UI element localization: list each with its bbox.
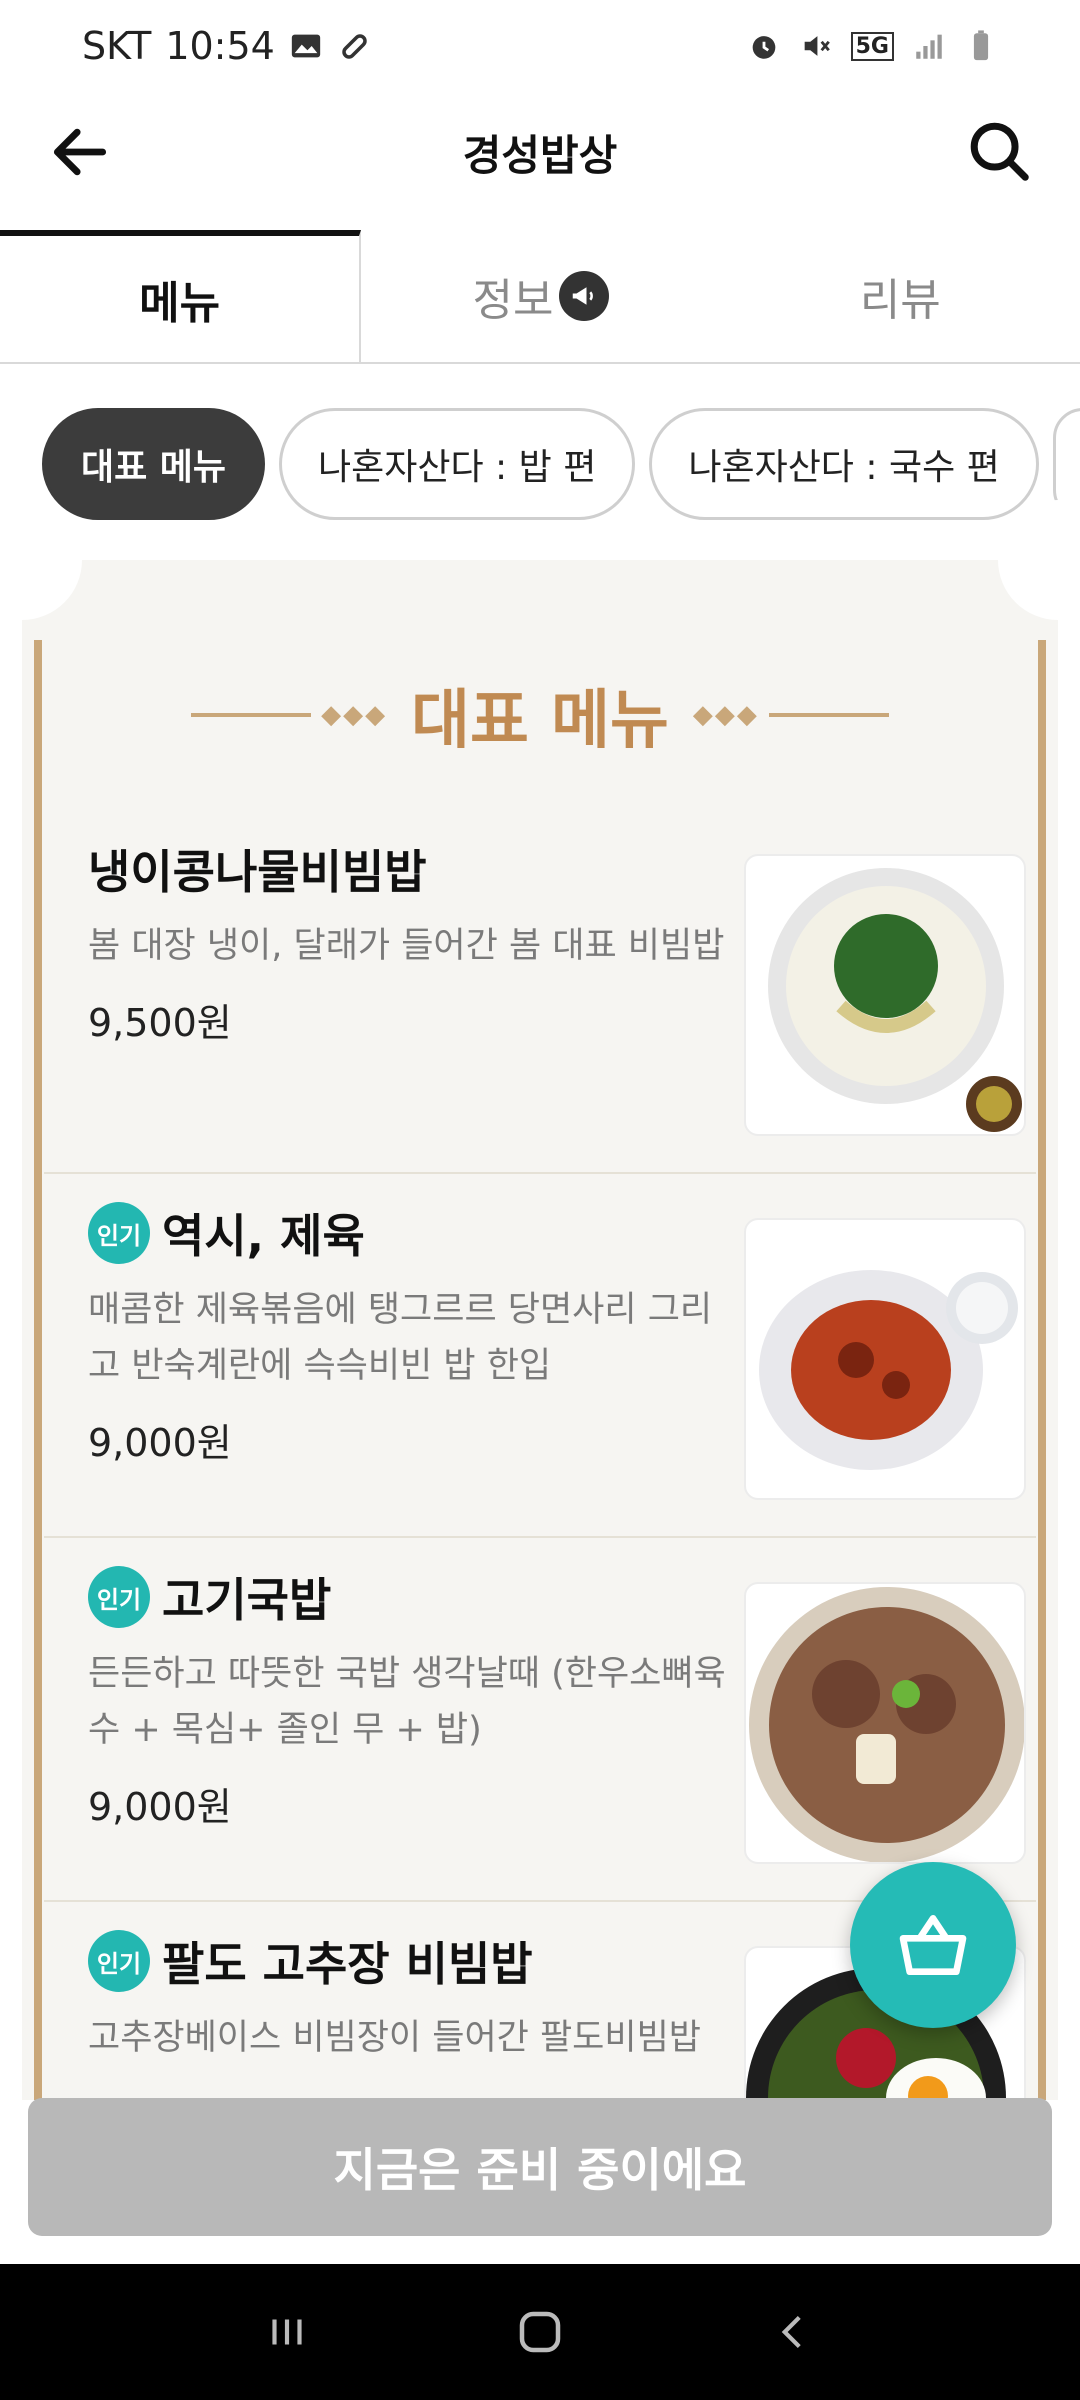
pill-icon [342,34,367,59]
popular-badge: 인기 [88,1566,150,1628]
item-name: 냉이콩나물비빔밥 [88,845,427,899]
item-description: 매콤한 제육볶음에 탱그르르 당면사리 그리고 반숙계란에 슥슥비빈 밥 한입 [88,1290,713,1386]
carrier-label: SKT [82,24,152,68]
gukbap-bowl-image [744,1582,1026,1864]
card-title: 대표 메뉴 [411,684,669,758]
search-icon[interactable] [964,116,1034,186]
alarm-icon [752,36,775,59]
recent-apps-icon[interactable] [247,2292,327,2372]
battery-icon [973,30,989,61]
page-title: 경성밥상 [462,130,618,180]
arrow-left-icon[interactable] [46,118,114,186]
card-frame [34,640,42,2100]
chip-signature[interactable]: 대표 메뉴 [42,408,266,520]
signal-icon [916,34,942,59]
jeyuk-plate-image [744,1218,1026,1500]
mute-icon [804,36,830,56]
tab-menu[interactable]: 메뉴 [0,230,362,362]
chip-noodle[interactable]: 나혼자산다 : 국수 편 [649,408,1039,520]
tab-bar: 메뉴 정보 리뷰 [0,230,1080,364]
item-price: 9,500원 [88,1001,232,1045]
item-name: 고기국밥 [162,1573,332,1627]
menu-item[interactable]: 냉이콩나물비빔밥 봄 대장 냉이, 달래가 들어간 봄 대표 비빔밥 9,500… [44,810,1036,1174]
back-icon[interactable] [753,2292,833,2372]
popular-badge: 인기 [88,1202,150,1264]
card-header: ◆◆◆ 대표 메뉴 ◆◆◆ [22,660,1058,770]
item-description: 봄 대장 냉이, 달래가 들어간 봄 대표 비빔밥 [88,926,725,966]
home-icon[interactable] [500,2292,580,2372]
megaphone-icon [559,271,610,321]
ornament-right: ◆◆◆ [693,700,889,730]
item-price: 9,000원 [88,1785,232,1829]
system-nav-bar [0,2264,1080,2400]
item-name: 팔도 고추장 비빔밥 [162,1937,533,1991]
tab-label: 정보 [472,275,554,326]
cart-button[interactable] [850,1862,1016,2028]
app-bar: 경성밥상 [0,92,1080,212]
item-description: 고추장베이스 비빔장이 들어간 팔도비빔밥 [88,2018,701,2058]
item-name: 역시, 제육 [162,1209,365,1263]
popular-badge: 인기 [88,1930,150,1992]
clock: 10:54 [165,24,275,68]
card-frame [1038,640,1046,2100]
item-price: 9,000원 [88,1421,232,1465]
tab-label: 메뉴 [139,278,221,329]
menu-item[interactable]: 인기 고기국밥 든든하고 따뜻한 국밥 생각날때 (한우소뼈육수 + 목심+ 졸… [44,1538,1036,1902]
tab-label: 리뷰 [859,275,941,326]
chip-rice[interactable]: 나혼자산다 : 밥 편 [279,408,636,520]
basket-icon [899,1915,967,1975]
bibimbap-bowl-image [744,854,1026,1136]
tab-review[interactable]: 리뷰 [721,230,1080,362]
image-icon [291,34,320,58]
item-description: 든든하고 따뜻한 국밥 생각날때 (한우소뼈육수 + 목심+ 졸인 무 + 밥) [88,1654,726,1750]
menu-item[interactable]: 인기 역시, 제육 매콤한 제육볶음에 탱그르르 당면사리 그리고 반숙계란에 … [44,1174,1036,1538]
category-chips: 대표 메뉴 나혼자산다 : 밥 편 나혼자산다 : 국수 편 [42,408,1080,522]
5g-icon: 5G [850,31,894,61]
status-bar: SKT 10:54 5G [0,0,1080,92]
tab-info[interactable]: 정보 [361,230,720,362]
order-unavailable-button[interactable]: 지금은 준비 중이에요 [28,2098,1052,2236]
ornament-left: ◆◆◆ [191,700,387,730]
